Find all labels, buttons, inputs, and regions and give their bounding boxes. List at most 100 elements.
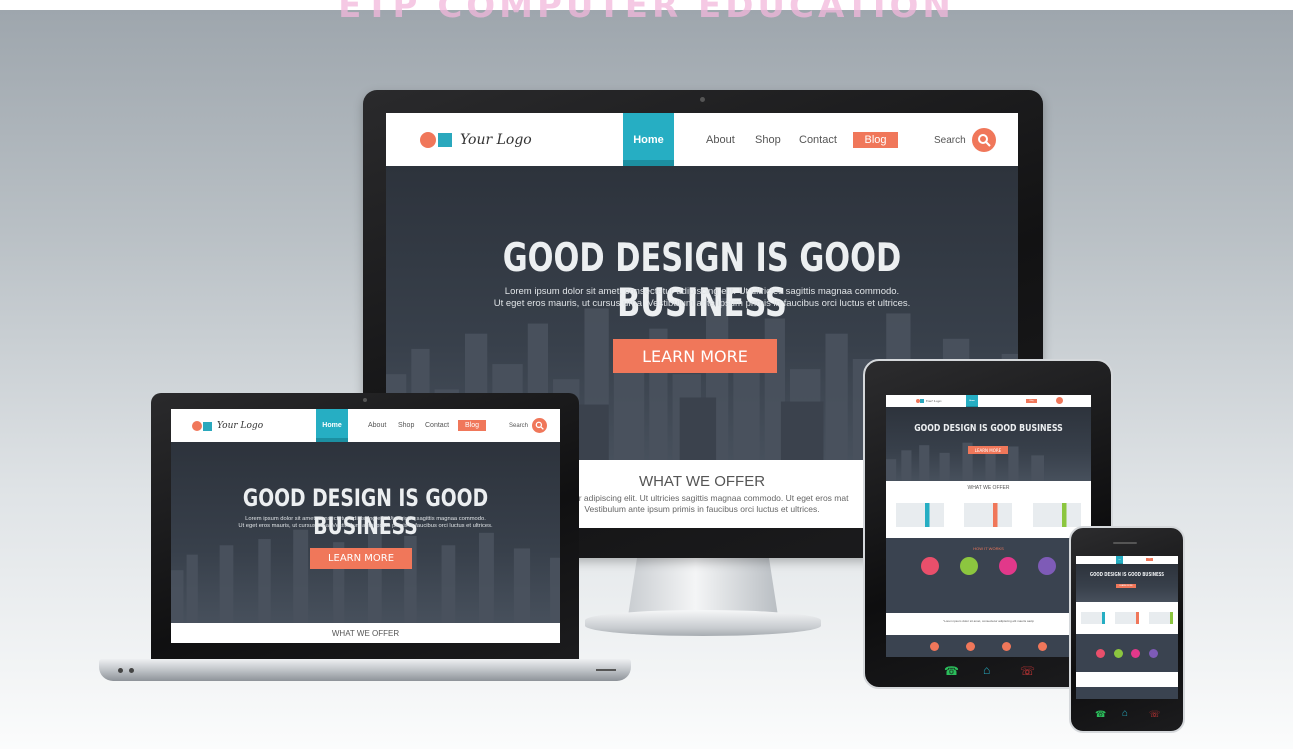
- tablet-step-search-icon: [959, 557, 978, 575]
- phone-home-icon[interactable]: ⌂: [1122, 708, 1128, 719]
- laptop-logo-circle-icon: [192, 421, 202, 431]
- nav-contact[interactable]: Contact: [799, 134, 837, 146]
- phone-offer-card-1: [1081, 612, 1105, 624]
- laptop-logo-square-icon: [203, 421, 212, 431]
- laptop-nav-contact[interactable]: Contact: [425, 422, 449, 429]
- laptop-hero-headline: GOOD DESIGN IS GOOD BUSINESS: [242, 484, 489, 540]
- search-icon[interactable]: [971, 128, 996, 152]
- phone-hero-headline: GOOD DESIGN IS GOOD BUSINESS: [1089, 572, 1165, 578]
- phone-step-thumbs-up-icon: [1148, 648, 1158, 658]
- phone-step-cart-icon: [1131, 648, 1141, 658]
- tablet-nav-blog[interactable]: Blog: [1026, 399, 1037, 403]
- phone-step-computer-icon: [1096, 648, 1106, 658]
- tablet-search-widget[interactable]: [1056, 397, 1063, 404]
- tablet-end-call-icon[interactable]: ☏: [1020, 664, 1035, 678]
- tablet-quote-section: "Lorem ipsum dolor sit amet, consectetur…: [886, 613, 1091, 635]
- phone-nav-blog[interactable]: Blog: [1146, 558, 1153, 561]
- tablet-how-steps: [886, 551, 1091, 575]
- tablet-step-computer-icon: [920, 557, 939, 575]
- site-header: Your Logo Home About Shop Contact Blog S…: [386, 113, 1018, 166]
- tablet-footer-phone-icon: [929, 641, 939, 651]
- laptop-site-header: Your Logo Home About Shop Contact Blog S…: [171, 409, 560, 443]
- laptop-hero-section: GOOD DESIGN IS GOOD BUSINESS Lorem ipsum…: [171, 442, 560, 623]
- phone-call-icon[interactable]: ☎: [1095, 709, 1106, 720]
- tablet-site-header: Your Logo Home Blog: [886, 395, 1091, 407]
- phone-screen: Home Blog GOOD DESIGN IS GOOD BUSINESS L…: [1076, 556, 1178, 699]
- tablet-home-icon[interactable]: ⌂: [983, 663, 990, 677]
- phone-offer-cards: [1076, 612, 1178, 624]
- phone-speaker: [1113, 542, 1137, 544]
- search-label: Search: [934, 134, 966, 146]
- tablet-hero-headline: GOOD DESIGN IS GOOD BUSINESS: [914, 423, 1063, 434]
- laptop-search-widget[interactable]: Search: [509, 418, 548, 433]
- tablet-learn-more-button[interactable]: LEARN MORE: [968, 446, 1008, 454]
- site-logo[interactable]: Your Logo: [420, 132, 532, 148]
- watermark: ETP COMPUTER EDUCATION: [338, 0, 955, 26]
- phone-quote-section: [1076, 672, 1178, 687]
- tablet-footer-social-icon: [1038, 641, 1048, 651]
- laptop-nav-home[interactable]: Home: [316, 409, 348, 443]
- laptop-site-logo[interactable]: Your Logo: [192, 421, 263, 431]
- tablet-offer-card-3: [1032, 503, 1081, 527]
- phone-offer-card-3: [1149, 612, 1173, 624]
- tablet-footer: [886, 635, 1091, 657]
- nav-about[interactable]: About: [706, 134, 735, 146]
- tablet-nav-home[interactable]: Home: [966, 395, 978, 407]
- tablet-site-logo[interactable]: Your Logo: [916, 399, 941, 403]
- phone-step-search-icon: [1113, 648, 1123, 658]
- laptop-hero-body-line-1: Lorem ipsum dolor sit amet, consectetur …: [245, 516, 486, 522]
- tablet-call-icon[interactable]: ☎: [944, 664, 959, 678]
- hero-headline: GOOD DESIGN IS GOOD BUSINESS: [502, 236, 902, 326]
- laptop-what-we-offer-section: WHAT WE OFFER: [171, 623, 560, 643]
- tablet-footer-mail-icon: [965, 641, 975, 651]
- hero-body-line-1: Lorem ipsum dolor sit amet, consectetur …: [504, 286, 900, 297]
- laptop-search-label: Search: [509, 422, 529, 429]
- phone-footer: [1076, 687, 1178, 699]
- tablet-search-icon[interactable]: [1056, 397, 1063, 404]
- tablet-screen: Your Logo Home Blog GOOD DESIGN IS GOOD …: [886, 395, 1091, 657]
- phone-offer-card-2: [1115, 612, 1139, 624]
- tablet-offer-title: WHAT WE OFFER: [967, 485, 1010, 491]
- phone-hero-section: GOOD DESIGN IS GOOD BUSINESS LEARN MORE: [1076, 564, 1178, 602]
- laptop-hero-body-line-2: Ut eget eros mauris, ut cursus urna. Ves…: [238, 523, 493, 529]
- tablet-what-we-offer-section: WHAT WE OFFER: [886, 481, 1091, 538]
- phone-nav-home[interactable]: Home: [1116, 556, 1123, 565]
- nav-blog[interactable]: Blog: [853, 132, 898, 148]
- tablet-hero-section: GOOD DESIGN IS GOOD BUSINESS LEARN MORE: [886, 407, 1091, 481]
- phone-end-call-icon[interactable]: ☏: [1149, 709, 1160, 720]
- tablet-offer-card-2: [964, 503, 1013, 527]
- laptop-nav-about[interactable]: About: [368, 422, 386, 429]
- learn-more-button[interactable]: LEARN MORE: [613, 339, 777, 373]
- nav-home[interactable]: Home: [623, 113, 674, 166]
- tablet-city-skyline-image: [886, 442, 1045, 481]
- tablet-logo-text: Your Logo: [926, 399, 942, 403]
- tablet-step-thumbs-up-icon: [1038, 557, 1057, 575]
- monitor-stand-neck: [628, 558, 778, 616]
- phone-learn-more-button[interactable]: LEARN MORE: [1116, 584, 1136, 588]
- laptop-screen: Your Logo Home About Shop Contact Blog S…: [171, 409, 560, 643]
- tablet-offer-cards: [886, 503, 1091, 527]
- laptop-base: [99, 659, 631, 681]
- laptop-logo-text: Your Logo: [217, 421, 264, 431]
- phone-how-it-works-section: [1076, 634, 1178, 672]
- search-widget[interactable]: Search: [934, 128, 996, 152]
- logo-square-icon: [438, 133, 452, 147]
- laptop-learn-more-button[interactable]: LEARN MORE: [310, 548, 412, 569]
- laptop-slot: [596, 669, 616, 671]
- monitor-stand-base: [585, 610, 821, 636]
- tablet-step-cart-icon: [999, 557, 1018, 575]
- hero-body-line-2: Ut eget eros mauris, ut cursus urna. Ves…: [493, 298, 911, 309]
- nav-shop[interactable]: Shop: [755, 134, 781, 146]
- laptop-nav-shop[interactable]: Shop: [398, 422, 414, 429]
- monitor-camera: [700, 97, 705, 102]
- tablet-offer-card-1: [896, 503, 945, 527]
- phone-site-header: Home Blog: [1076, 556, 1178, 565]
- tablet-how-it-works-section: HOW IT WORKS: [886, 538, 1091, 613]
- laptop-nav-blog[interactable]: Blog: [458, 420, 486, 431]
- laptop-offer-title: WHAT WE OFFER: [331, 629, 400, 638]
- laptop-search-icon[interactable]: [532, 418, 548, 433]
- logo-text: Your Logo: [460, 132, 532, 148]
- tablet-footer-location-icon: [1002, 641, 1012, 651]
- logo-circle-icon: [420, 132, 436, 148]
- tablet-quote-text: "Lorem ipsum dolor sit amet, consectetur…: [943, 619, 1034, 623]
